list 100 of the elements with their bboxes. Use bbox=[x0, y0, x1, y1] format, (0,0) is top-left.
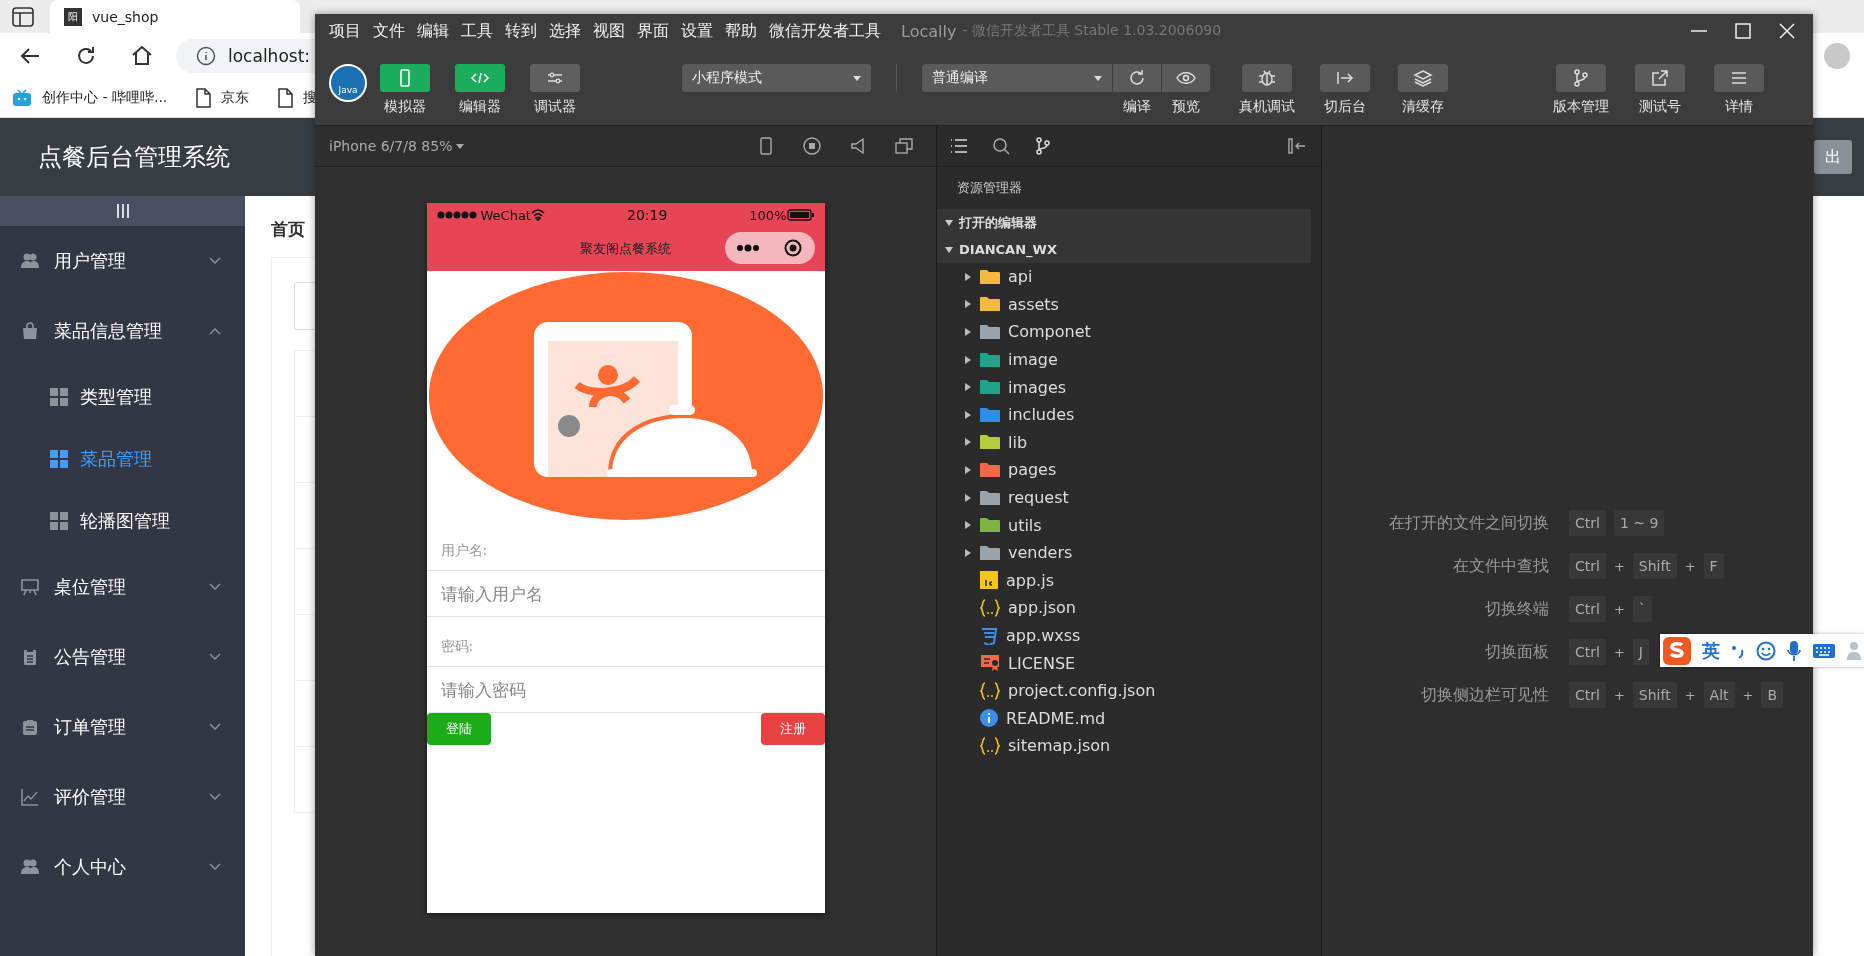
toolbar-button[interactable] bbox=[1556, 64, 1606, 92]
menu-item[interactable]: 选择 bbox=[549, 20, 581, 42]
menu-item[interactable]: 转到 bbox=[505, 20, 537, 42]
collapse-toggle[interactable] bbox=[0, 196, 245, 226]
file-tree-item[interactable]: lib bbox=[937, 428, 1321, 457]
plus-sign: + bbox=[1613, 558, 1625, 574]
menu-item[interactable]: 设置 bbox=[681, 20, 713, 42]
sidebar-item[interactable]: 公告管理 bbox=[0, 622, 245, 692]
compile-dropdown[interactable]: 普通编译 bbox=[922, 64, 1112, 92]
file-tree-item[interactable]: assets bbox=[937, 290, 1321, 319]
input-mode[interactable]: 英 bbox=[1702, 638, 1720, 663]
file-tree-item[interactable]: app.js bbox=[937, 566, 1321, 595]
file-tree-item[interactable]: pages bbox=[937, 456, 1321, 484]
file-tree-item[interactable]: venders bbox=[937, 538, 1321, 567]
panel-toggle[interactable] bbox=[529, 64, 580, 92]
file-tree-item[interactable]: includes bbox=[937, 400, 1321, 429]
device-selector[interactable]: iPhone 6/7/8 85% bbox=[329, 138, 465, 154]
sidebar-subitem[interactable]: 类型管理 bbox=[0, 366, 245, 428]
toolbar-button[interactable] bbox=[1714, 64, 1764, 92]
action-label: 切后台 bbox=[1324, 98, 1366, 116]
braces-icon bbox=[980, 598, 1000, 617]
sidebar-item[interactable]: 订单管理 bbox=[0, 692, 245, 762]
file-tree-item[interactable]: Componet bbox=[937, 318, 1321, 346]
maximize-icon bbox=[1735, 23, 1751, 39]
status-time: 20:19 bbox=[625, 207, 669, 223]
home-button[interactable] bbox=[130, 44, 154, 68]
register-button[interactable]: 注册 bbox=[760, 713, 825, 745]
field-label: 密码: bbox=[440, 638, 474, 656]
panel-toggle[interactable] bbox=[379, 64, 430, 92]
menu-item[interactable]: 工具 bbox=[461, 20, 493, 42]
file-tree-item[interactable]: app.json bbox=[937, 594, 1321, 622]
key-cap: F bbox=[1703, 553, 1724, 579]
sidebar-item[interactable]: 用户管理 bbox=[0, 226, 245, 296]
file-tree-item[interactable]: sitemap.json bbox=[937, 732, 1321, 760]
battery-icon bbox=[786, 209, 815, 221]
capsule-menu[interactable] bbox=[724, 232, 815, 264]
menu-item[interactable]: 编辑 bbox=[417, 20, 449, 42]
menu-item[interactable]: 帮助 bbox=[725, 20, 757, 42]
grid-icon bbox=[50, 388, 68, 406]
file-tree-item[interactable]: api bbox=[937, 263, 1321, 291]
menu-item[interactable]: 视图 bbox=[593, 20, 625, 42]
menu-item[interactable]: 文件 bbox=[373, 20, 405, 42]
browser-tab[interactable]: 阳 vue_shop bbox=[50, 0, 300, 33]
toolbar-button[interactable] bbox=[1635, 64, 1685, 92]
file-tree-item[interactable]: images bbox=[937, 373, 1321, 401]
preview-button[interactable] bbox=[1162, 64, 1210, 92]
toolbar-button[interactable] bbox=[1242, 64, 1292, 92]
file-tree-item[interactable]: request bbox=[937, 483, 1321, 512]
input-field[interactable]: 请输入密码 bbox=[426, 667, 825, 713]
menu-item[interactable]: 界面 bbox=[637, 20, 669, 42]
panel-title: 资源管理器 bbox=[957, 179, 1022, 197]
sidebar-item[interactable]: 个人中心 bbox=[0, 832, 245, 902]
key-cap: Ctrl bbox=[1569, 682, 1606, 708]
bookmark-link[interactable]: 创作中心 - 哔哩哔... bbox=[42, 89, 168, 107]
search-icon bbox=[991, 136, 1011, 156]
bookmark-link[interactable]: 搜 bbox=[303, 89, 318, 107]
file-tree-item[interactable]: project.config.json bbox=[937, 676, 1321, 705]
dropdown-caret-icon bbox=[853, 75, 861, 81]
section-header[interactable]: 打开的编辑器 bbox=[937, 209, 1311, 236]
file-tree-item[interactable]: utils bbox=[937, 511, 1321, 539]
toolbar-button[interactable] bbox=[1398, 64, 1448, 92]
key-cap: Ctrl bbox=[1569, 553, 1606, 579]
key-cap: Shift bbox=[1632, 553, 1677, 579]
project-avatar[interactable]: Java bbox=[329, 64, 367, 102]
section-header[interactable]: DIANCAN_WX bbox=[937, 236, 1311, 263]
sidebar-item[interactable]: 菜品信息管理 bbox=[0, 296, 245, 366]
app-title: 点餐后台管理系统 bbox=[38, 142, 230, 173]
bars-icon bbox=[115, 204, 130, 218]
input-field[interactable]: 请输入用户名 bbox=[426, 571, 825, 617]
sidebar-subitem[interactable]: 菜品管理 bbox=[0, 428, 245, 490]
key-cap: 1 ~ 9 bbox=[1613, 510, 1665, 536]
sidebar-item[interactable]: 评价管理 bbox=[0, 762, 245, 832]
file-tree-item[interactable]: LICENSE bbox=[937, 649, 1321, 677]
key-cap: Ctrl bbox=[1569, 639, 1606, 665]
key-cap: Shift bbox=[1632, 682, 1677, 708]
smiley-icon bbox=[1756, 640, 1776, 661]
panel-toggle[interactable] bbox=[454, 64, 505, 92]
shortcut-label: 切换面板 bbox=[1484, 641, 1549, 663]
mode-dropdown[interactable]: 小程序模式 bbox=[682, 64, 871, 92]
file-tree-item[interactable]: README.md bbox=[937, 704, 1321, 733]
plus-sign: + bbox=[1684, 558, 1696, 574]
dropdown-caret-icon bbox=[1094, 75, 1102, 81]
compile-button[interactable] bbox=[1113, 64, 1161, 92]
bookmark-link[interactable]: 京东 bbox=[221, 89, 250, 107]
branch-icon bbox=[1033, 136, 1053, 156]
file-tree-item[interactable]: image bbox=[937, 345, 1321, 374]
menu-item[interactable]: 微信开发者工具 bbox=[769, 20, 881, 42]
action-label: 详情 bbox=[1725, 98, 1753, 116]
menu-item[interactable]: 项目 bbox=[329, 20, 361, 42]
list-icon bbox=[949, 136, 969, 156]
minimize-icon bbox=[1691, 30, 1707, 32]
sidebar-subitem[interactable]: 轮播图管理 bbox=[0, 490, 245, 552]
layers-icon bbox=[1413, 68, 1433, 88]
bag-icon bbox=[20, 321, 40, 341]
microphone-icon bbox=[1786, 639, 1802, 662]
sidebar-item[interactable]: 桌位管理 bbox=[0, 552, 245, 622]
toolbar-button[interactable] bbox=[1320, 64, 1370, 92]
signal-dots-icon bbox=[436, 211, 477, 219]
file-tree-item[interactable]: app.wxss bbox=[937, 621, 1321, 650]
key-cap: J bbox=[1632, 639, 1649, 665]
